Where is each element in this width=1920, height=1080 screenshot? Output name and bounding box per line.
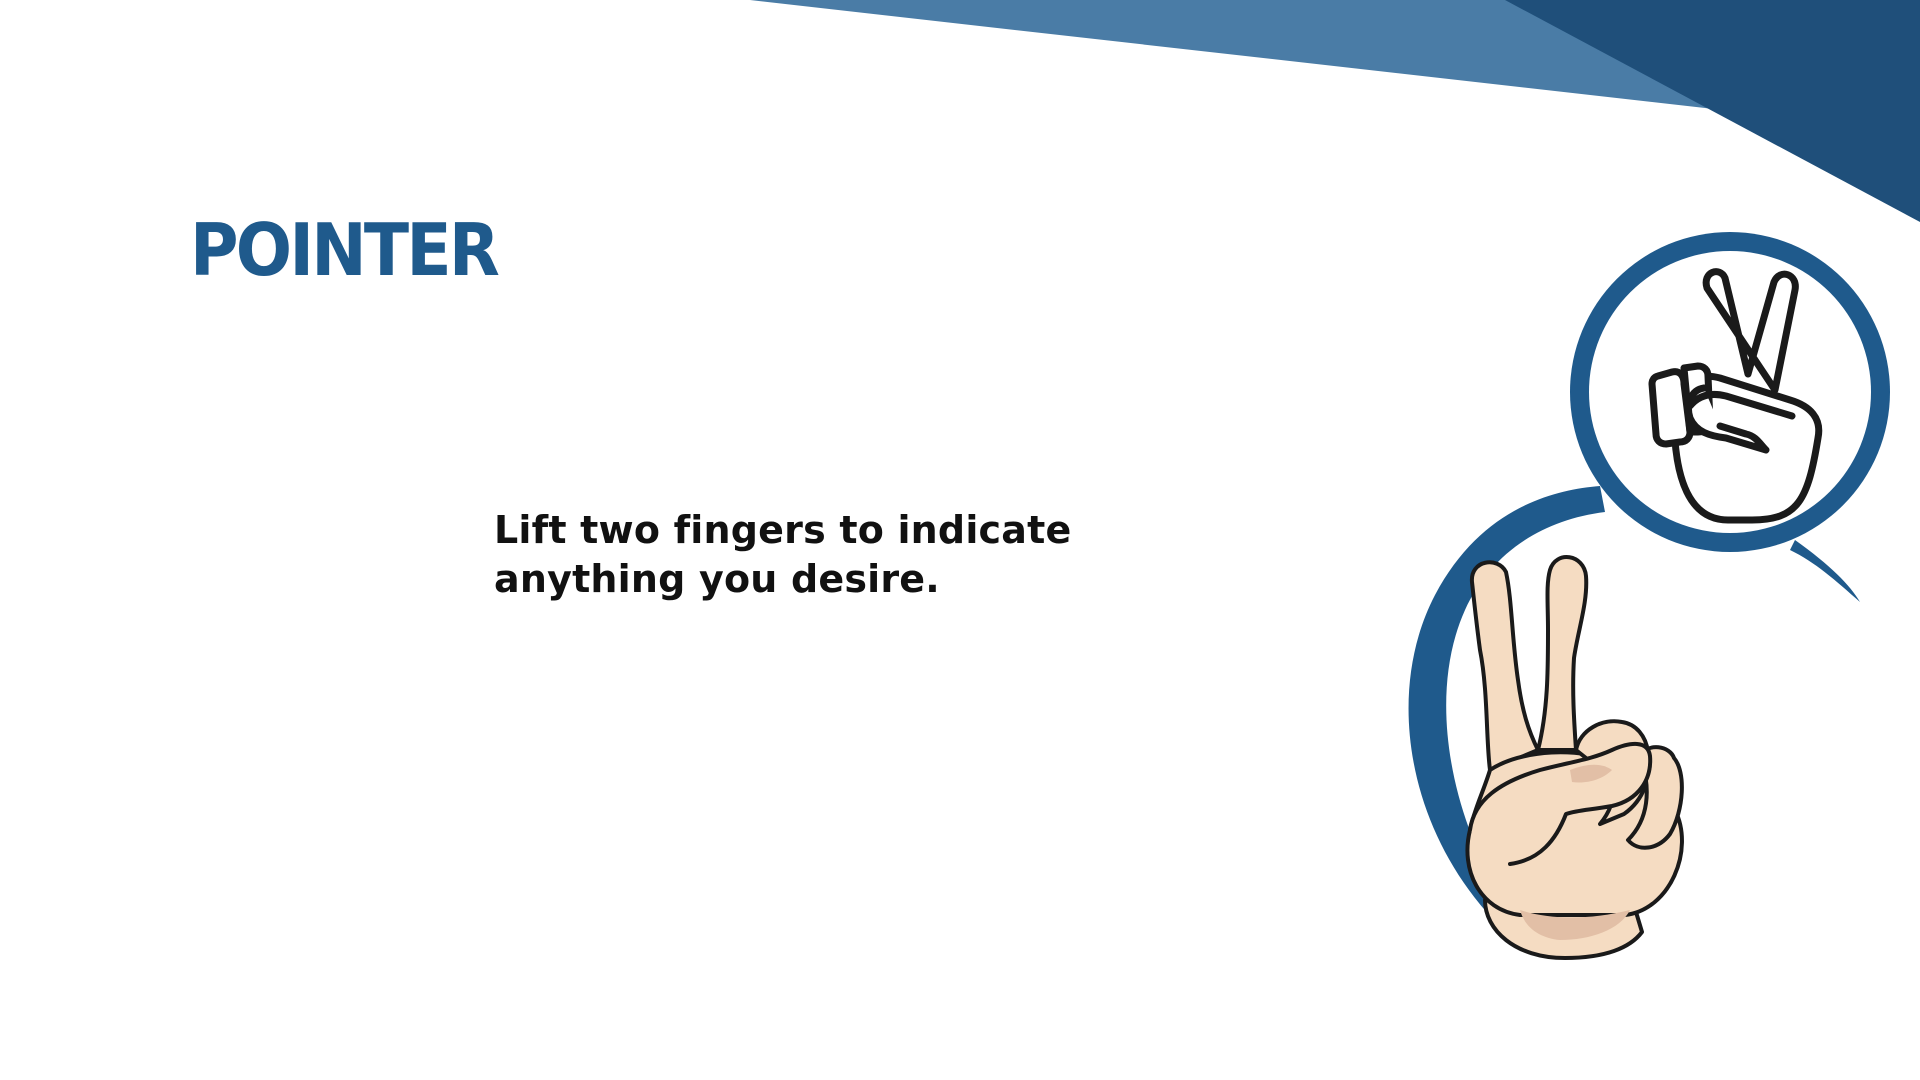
- corner-shape-dark: [1505, 0, 1920, 222]
- two-fingers-raised-hand: [1465, 555, 1684, 960]
- small-arc-decoration: [1790, 540, 1860, 602]
- slide: POINTER Lift two fingers to indicate any…: [0, 0, 1920, 1080]
- slide-description: Lift two fingers to indicate anything yo…: [494, 508, 1072, 601]
- slide-title: POINTER: [190, 208, 500, 292]
- peace-sign-hand-icon: [1570, 232, 1890, 552]
- hand-gesture-illustration: [1408, 232, 1890, 960]
